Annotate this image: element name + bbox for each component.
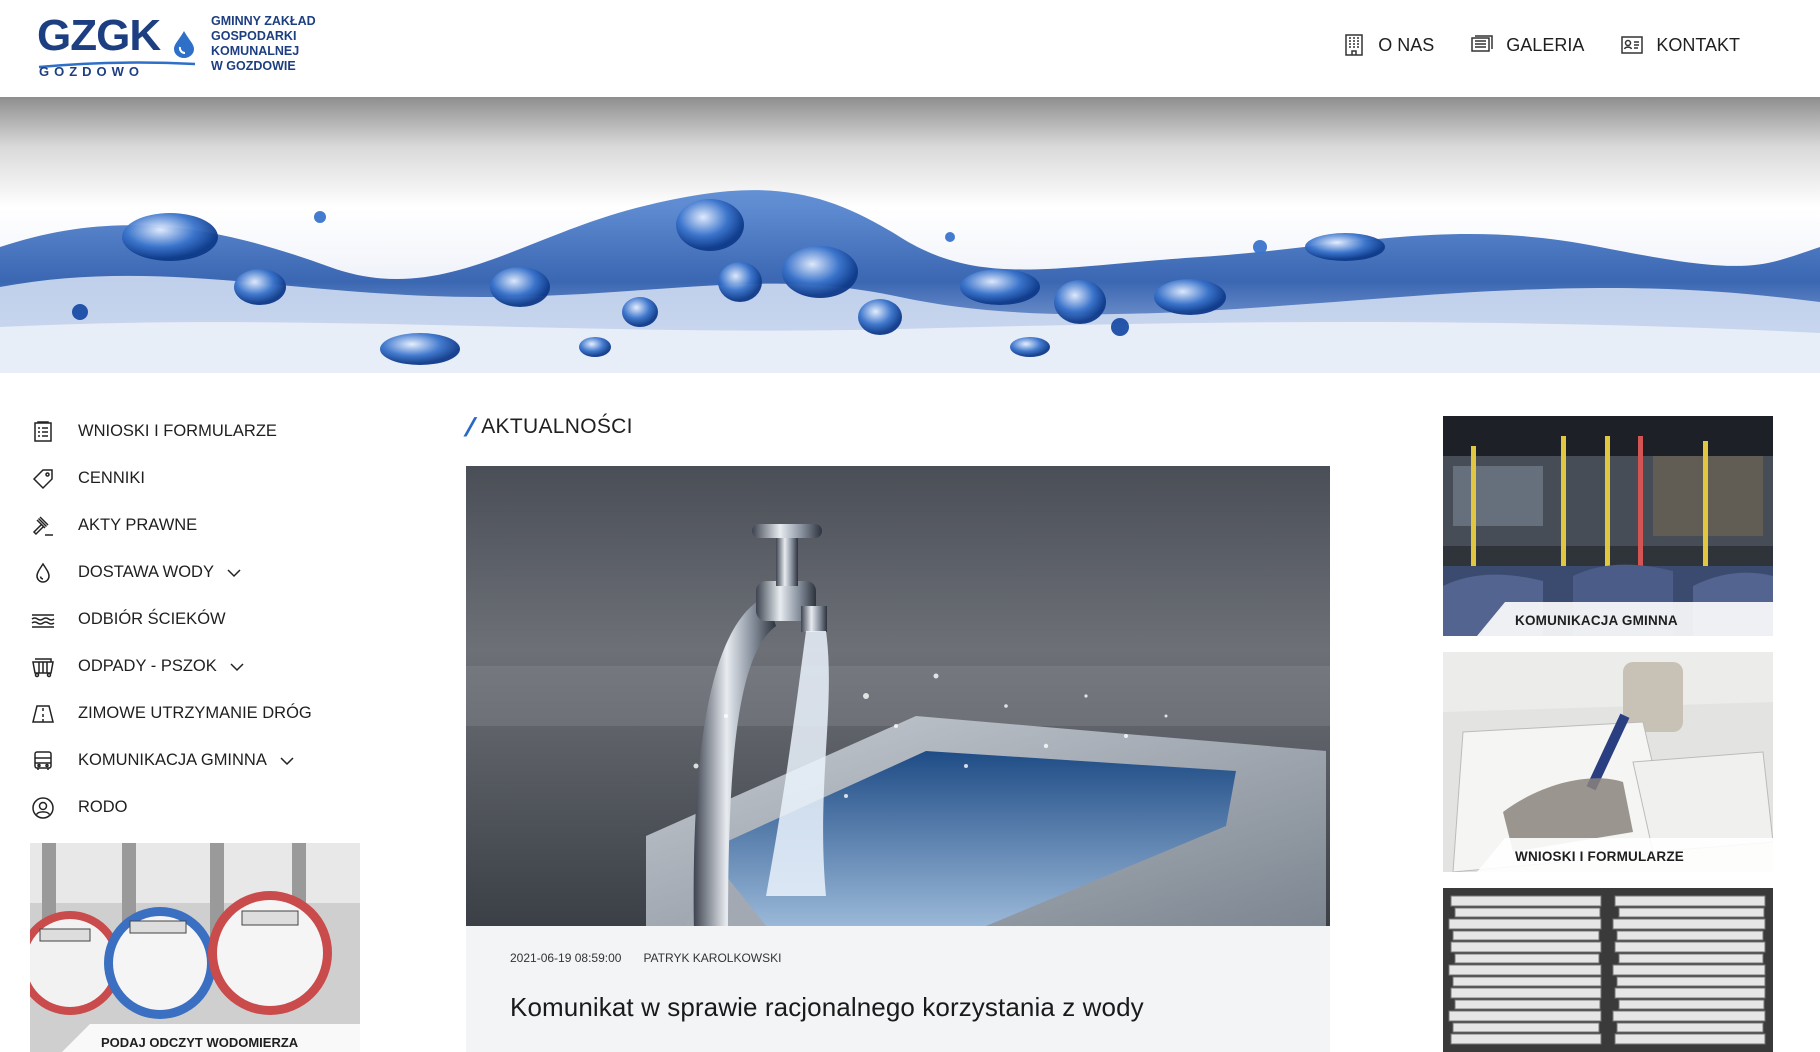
card-caption: WNIOSKI I FORMULARZE [1515,849,1684,864]
building-icon [1345,34,1364,56]
sidebar-item-cenniki[interactable]: CENNIKI [30,455,360,502]
chevron-down-icon[interactable] [279,753,295,769]
logo[interactable]: GZGK GOZDOWO GMINNY ZAKŁAD GOSPODARKI KO… [37,14,327,82]
sidebar-item-wnioski[interactable]: WNIOSKI I FORMULARZE [30,408,360,455]
slash-icon: / [463,411,476,442]
main-content: / AKTUALNOŚCI 2021-06-19 08:59:00 PATRYK… [463,408,1330,1052]
user-circle-icon [30,795,56,821]
card-caption: KOMUNIKACJA GMINNA [1515,613,1678,628]
sidebar-item-label: DOSTAWA WODY [78,563,214,581]
road-icon [30,701,56,727]
sidebar-item-label: RODO [78,798,128,816]
right-card-documents[interactable] [1443,888,1773,1052]
article-card[interactable]: 2021-06-19 08:59:00 PATRYK KAROLKOWSKI K… [466,466,1330,1052]
nav-item-o-nas[interactable]: O NAS [1342,30,1434,60]
nav-item-kontakt[interactable]: KONTAKT [1620,30,1740,60]
logo-drop-icon [174,31,194,58]
container-icon [30,654,56,680]
sidebar-item-label: CENNIKI [78,469,145,487]
water-tap-image [466,466,1330,926]
price-tag-icon [30,466,56,492]
logo-mark: GZGK [37,11,161,60]
chevron-down-icon[interactable] [229,659,245,675]
water-meter-image [30,843,360,1052]
sidebar-item-label: ODBIÓR ŚCIEKÓW [78,610,226,628]
form-list-icon [30,419,56,445]
water-drop-icon [30,560,56,586]
nav-item-label: GALERIA [1506,34,1585,55]
article-author[interactable]: PATRYK KAROLKOWSKI [643,951,781,965]
right-card-wnioski[interactable]: WNIOSKI I FORMULARZE [1443,652,1773,872]
article-title[interactable]: Komunikat w sprawie racjonalnego korzyst… [510,992,1144,1023]
document-stacks-image [1443,888,1773,1052]
sidebar-item-rodo[interactable]: RODO [30,784,360,831]
card-caption: PODAJ ODCZYT WODOMIERZA [101,1035,299,1050]
nav-item-label: O NAS [1378,34,1435,55]
right-card-komunikacja[interactable]: KOMUNIKACJA GMINNA [1443,416,1773,636]
site-header: GZGK GOZDOWO GMINNY ZAKŁAD GOSPODARKI KO… [0,0,1820,97]
section-title-text: AKTUALNOŚCI [481,415,633,438]
sidebar-item-label: ZIMOWE UTRZYMANIE DRÓG [78,704,312,722]
article-meta: 2021-06-19 08:59:00 PATRYK KAROLKOWSKI [510,951,781,965]
nav-item-galeria[interactable]: GALERIA [1470,30,1584,60]
article-image [466,466,1330,926]
sidebar-item-label: AKTY PRAWNE [78,516,198,534]
water-splash-image [0,190,1820,373]
nav-item-label: KONTAKT [1656,34,1740,55]
logo-company-name: GMINNY ZAKŁAD GOSPODARKI KOMUNALNEJ W GO… [211,14,316,73]
sidebar-item-label: WNIOSKI I FORMULARZE [78,422,277,440]
sidebar-menu: WNIOSKI I FORMULARZE CENNIKI AKTY PRAWNE… [30,408,360,831]
section-title: / AKTUALNOŚCI [463,408,1330,446]
sidebar-item-dostawa-wody[interactable]: DOSTAWA WODY [30,549,360,596]
sidebar-item-label: ODPADY - PSZOK [78,657,217,675]
sidebar-item-komunikacja-gminna[interactable]: KOMUNIKACJA GMINNA [30,737,360,784]
sidebar-item-odbior-sciekow[interactable]: ODBIÓR ŚCIEKÓW [30,596,360,643]
gavel-icon [30,513,56,539]
bus-icon [30,748,56,774]
waves-icon [30,607,56,633]
sidebar-item-label: KOMUNIKACJA GMINNA [78,751,267,769]
sidebar-item-akty-prawne[interactable]: AKTY PRAWNE [30,502,360,549]
sidebar-item-zimowe-utrzymanie[interactable]: ZIMOWE UTRZYMANIE DRÓG [30,690,360,737]
logo-subtitle: GOZDOWO [39,64,145,79]
water-meter-reading-card[interactable]: PODAJ ODCZYT WODOMIERZA [30,843,360,1052]
contact-card-icon [1621,36,1644,54]
chevron-down-icon[interactable] [226,565,242,581]
hero-banner [0,97,1820,373]
top-navigation: O NAS GALERIA KONTAKT [1306,30,1740,60]
sidebar-item-odpady-pszok[interactable]: ODPADY - PSZOK [30,643,360,690]
gallery-icon [1471,35,1494,52]
article-date: 2021-06-19 08:59:00 [510,951,622,965]
